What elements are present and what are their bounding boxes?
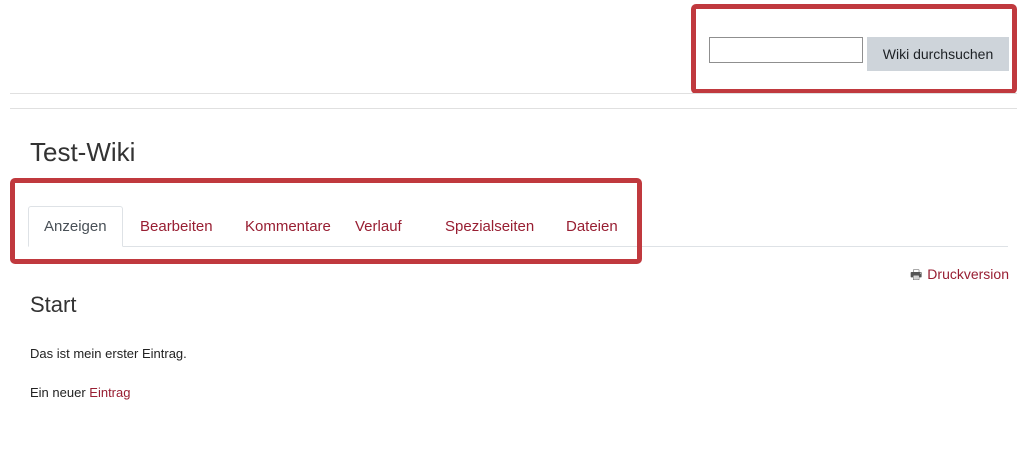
paragraph-text: Ein neuer <box>30 385 86 400</box>
highlight-box-search <box>691 4 1017 94</box>
content-paragraph-1: Das ist mein erster Eintrag. <box>30 346 187 361</box>
printer-icon: 🖶 <box>910 267 923 282</box>
header-divider-top <box>10 93 1017 94</box>
entry-link[interactable]: Eintrag <box>89 385 130 400</box>
section-heading: Start <box>30 292 77 317</box>
header-divider-bottom <box>10 108 1017 109</box>
print-version-label: Druckversion <box>927 266 1009 282</box>
highlight-box-tabs <box>10 178 642 264</box>
content-paragraph-2: Ein neuer Eintrag <box>30 385 130 400</box>
page-title: Test-Wiki <box>30 137 136 167</box>
print-version-link[interactable]: 🖶 Druckversion <box>910 266 1009 288</box>
